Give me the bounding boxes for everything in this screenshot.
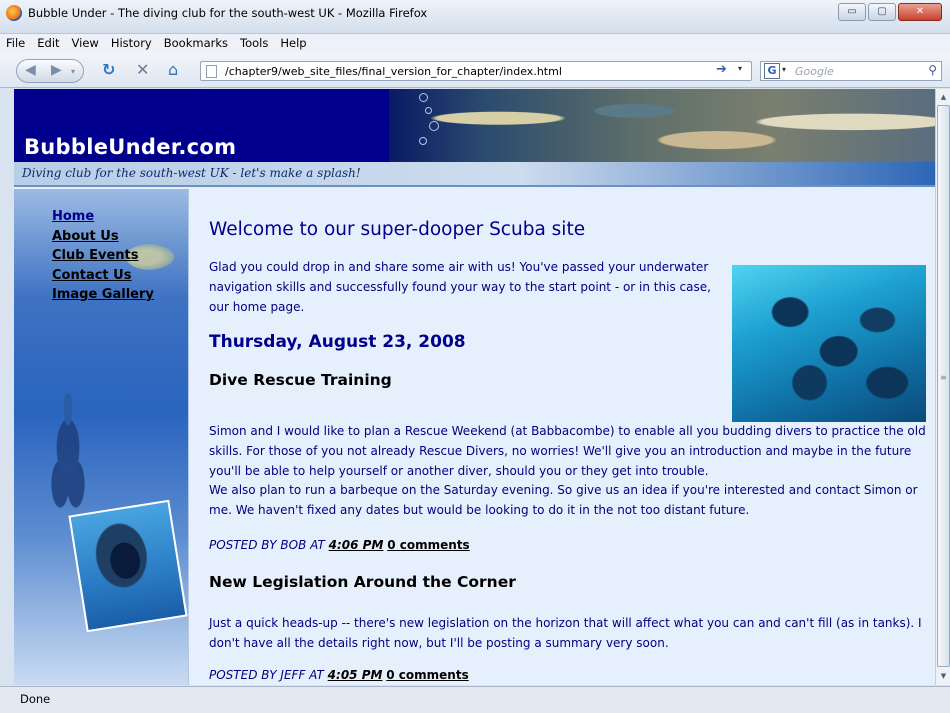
menu-bar: File Edit View History Bookmarks Tools H… bbox=[0, 34, 950, 52]
post-meta: POSTED BY BOB AT 4:06 PM 0 comments bbox=[209, 538, 470, 552]
post-author: POSTED BY JEFF AT bbox=[209, 668, 324, 682]
page-icon bbox=[206, 65, 217, 78]
home-icon[interactable]: ⌂ bbox=[168, 62, 178, 78]
post-meta: POSTED BY JEFF AT 4:05 PM 0 comments bbox=[209, 668, 469, 682]
status-bar: Done bbox=[0, 686, 950, 713]
post-body: We also plan to run a barbeque on the Sa… bbox=[209, 483, 918, 517]
site-tagline: Diving club for the south-west UK - let'… bbox=[14, 162, 935, 187]
post-body: Simon and I would like to plan a Rescue … bbox=[209, 424, 926, 478]
bubble-icon bbox=[429, 121, 439, 131]
reload-icon[interactable]: ↻ bbox=[102, 62, 115, 78]
comments-link[interactable]: 0 comments bbox=[387, 538, 469, 552]
bubble-icon bbox=[419, 93, 428, 102]
diver-silhouette-image bbox=[42, 394, 94, 514]
nav-about-us[interactable]: About Us bbox=[52, 227, 154, 247]
window-title: Bubble Under - The diving club for the s… bbox=[28, 6, 428, 20]
menu-bookmarks[interactable]: Bookmarks bbox=[164, 36, 228, 50]
nav-home[interactable]: Home bbox=[52, 207, 154, 227]
main-content: Welcome to our super-dooper Scuba site G… bbox=[188, 189, 935, 685]
bubble-icon bbox=[419, 137, 427, 145]
intro-paragraph: Glad you could drop in and share some ai… bbox=[209, 260, 711, 314]
back-forward-group: ◀ ▶ ▾ bbox=[16, 59, 84, 83]
url-text: /chapter9/web_site_files/final_version_f… bbox=[225, 65, 562, 78]
maximize-button[interactable]: ▢ bbox=[868, 3, 896, 21]
search-icon[interactable]: ⚲ bbox=[928, 63, 937, 77]
menu-help[interactable]: Help bbox=[280, 36, 306, 50]
go-icon[interactable]: ➔ bbox=[716, 62, 727, 77]
vertical-scrollbar[interactable]: ▲ ≡ ▼ bbox=[935, 89, 950, 685]
post-author: POSTED BY BOB AT bbox=[209, 538, 325, 552]
nav-image-gallery[interactable]: Image Gallery bbox=[52, 285, 154, 305]
site-header: BubbleUnder.com bbox=[14, 89, 935, 162]
bubble-icon bbox=[425, 107, 432, 114]
menu-file[interactable]: File bbox=[6, 36, 25, 50]
search-input[interactable]: G ▾ Google ⚲ bbox=[760, 61, 942, 81]
page-title: Welcome to our super-dooper Scuba site bbox=[209, 219, 586, 240]
forward-icon[interactable]: ▶ bbox=[51, 62, 62, 78]
back-icon[interactable]: ◀ bbox=[25, 62, 36, 78]
menu-view[interactable]: View bbox=[72, 36, 99, 50]
search-placeholder: Google bbox=[795, 65, 834, 78]
divers-group-photo bbox=[732, 265, 926, 422]
post-body: Just a quick heads-up -- there's new leg… bbox=[209, 616, 922, 650]
close-button[interactable]: ✕ bbox=[898, 3, 942, 21]
window-titlebar: Bubble Under - The diving club for the s… bbox=[0, 0, 950, 34]
scrollbar-thumb[interactable] bbox=[937, 105, 950, 667]
diver-photo bbox=[68, 499, 188, 633]
scroll-grip-icon: ≡ bbox=[940, 373, 947, 382]
history-dropdown-icon[interactable]: ▾ bbox=[71, 67, 75, 76]
url-dropdown-icon[interactable]: ▾ bbox=[738, 64, 742, 73]
url-bar[interactable]: /chapter9/web_site_files/final_version_f… bbox=[200, 61, 752, 81]
page-viewport: BubbleUnder.com Diving club for the sout… bbox=[14, 89, 935, 685]
post-title: New Legislation Around the Corner bbox=[209, 573, 516, 591]
comments-link[interactable]: 0 comments bbox=[386, 668, 468, 682]
nav-contact-us[interactable]: Contact Us bbox=[52, 266, 154, 286]
post-title: Dive Rescue Training bbox=[209, 371, 392, 389]
site-navigation: Home About Us Club Events Contact Us Ima… bbox=[52, 207, 154, 305]
post-permalink[interactable]: 4:05 PM bbox=[328, 668, 383, 682]
stop-icon[interactable]: ✕ bbox=[136, 62, 149, 78]
navigation-toolbar: ◀ ▶ ▾ ↻ ✕ ⌂ /chapter9/web_site_files/fin… bbox=[0, 52, 950, 88]
scroll-down-icon[interactable]: ▼ bbox=[938, 669, 949, 683]
post-permalink[interactable]: 4:06 PM bbox=[329, 538, 384, 552]
google-engine-icon[interactable]: G bbox=[764, 63, 780, 79]
window-controls: ▭ ▢ ✕ bbox=[838, 3, 942, 21]
post-date: Thursday, August 23, 2008 bbox=[209, 332, 466, 352]
coral-banner-image bbox=[389, 89, 935, 162]
menu-edit[interactable]: Edit bbox=[37, 36, 59, 50]
scroll-up-icon[interactable]: ▲ bbox=[938, 90, 949, 104]
engine-dropdown-icon[interactable]: ▾ bbox=[782, 65, 786, 74]
site-name: BubbleUnder.com bbox=[24, 135, 237, 159]
menu-tools[interactable]: Tools bbox=[240, 36, 268, 50]
firefox-icon bbox=[6, 5, 22, 21]
status-text: Done bbox=[20, 692, 51, 706]
menu-history[interactable]: History bbox=[111, 36, 152, 50]
minimize-button[interactable]: ▭ bbox=[838, 3, 866, 21]
sidebar: Home About Us Club Events Contact Us Ima… bbox=[14, 189, 188, 685]
nav-club-events[interactable]: Club Events bbox=[52, 246, 154, 266]
